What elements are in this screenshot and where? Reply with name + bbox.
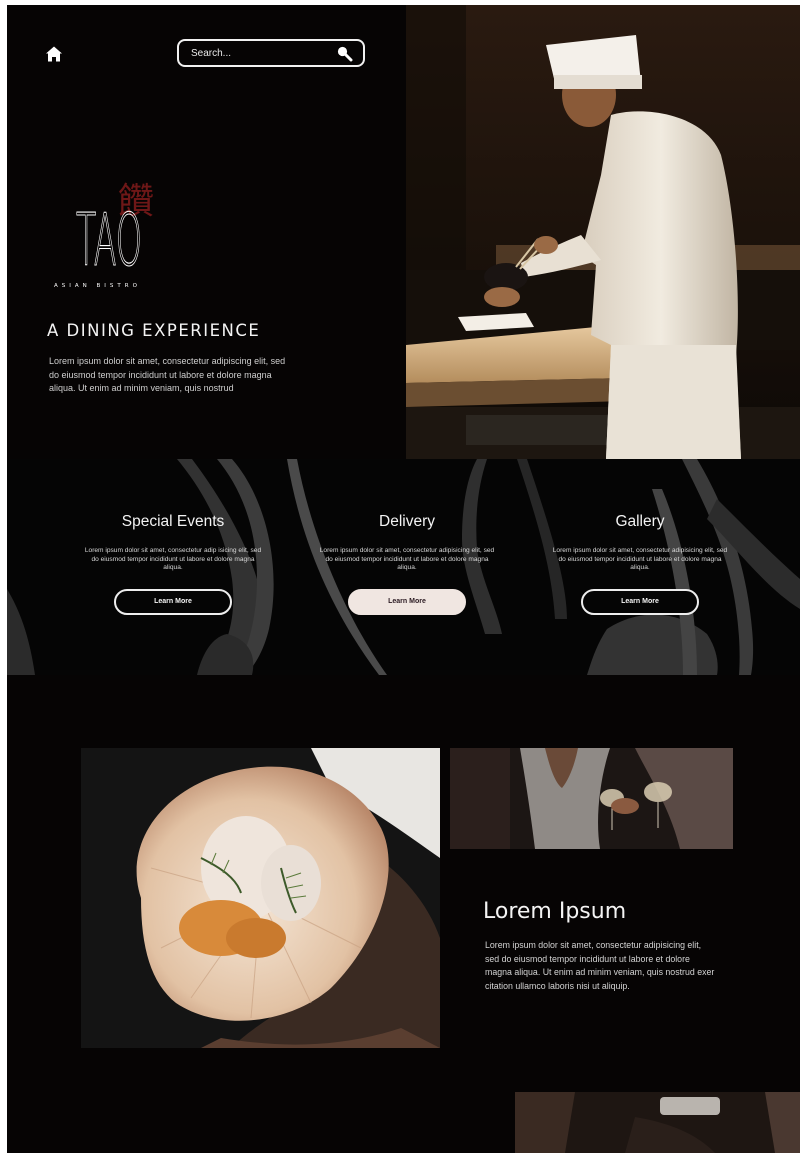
feature-title: Delivery [379,513,435,530]
delivery-learn-more-button[interactable]: Learn More [348,588,466,615]
feature-gallery: Gallery Lorem ipsum dolor sit amet, cons… [545,513,735,615]
feature-band: Special Events Lorem ipsum dolor sit ame… [7,459,800,675]
feature-title: Special Events [121,513,225,530]
section-text: Lorem ipsum dolor sit amet, consectetur … [485,940,715,991]
tao-logo: 饡 TAO ASIAN BISTRO [54,181,154,289]
cocktail-party-photo [450,748,733,849]
home-icon[interactable] [45,45,63,63]
hero-text: Lorem ipsum dolor sit amet, consectetur … [49,356,286,393]
feature-special-events: Special Events Lorem ipsum dolor sit ame… [78,513,268,615]
search-input[interactable] [191,44,331,62]
feature-text: Lorem ipsum dolor sit amet, consectetur … [319,547,495,572]
search-icon[interactable] [336,45,353,62]
logo-wordmark: TAO [76,198,142,282]
hero-title: A DINING EXPERIENCE [47,321,261,340]
section-title: Lorem Ipsum [483,899,627,924]
bottom-photo [515,1092,800,1153]
logo-tagline: ASIAN BISTRO [54,283,141,289]
feature-text: Lorem ipsum dolor sit amet, consectetur … [552,547,728,572]
chef-photo [406,5,800,459]
page: 饡 TAO ASIAN BISTRO A DINING EXPERIENCE L… [7,5,800,1153]
feature-title: Gallery [615,513,665,530]
feature-text: Lorem ipsum dolor sit amet, consectetur … [84,547,262,572]
feature-delivery: Delivery Lorem ipsum dolor sit amet, con… [312,513,502,615]
search-bar[interactable] [177,39,365,67]
scallop-dish-photo [81,748,440,1048]
gallery-learn-more-button[interactable]: Learn More [581,588,699,615]
special-events-learn-more-button[interactable]: Learn More [114,588,232,615]
